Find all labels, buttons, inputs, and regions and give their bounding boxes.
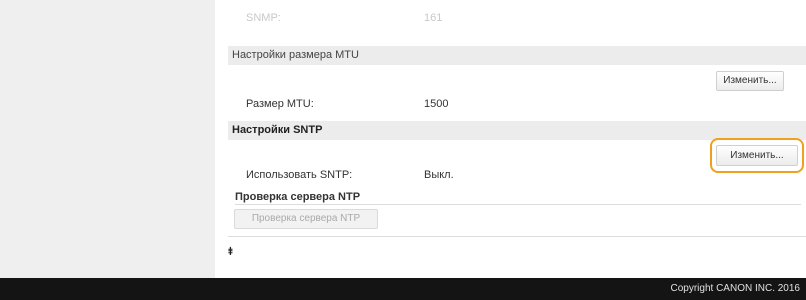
mtu-size-label: Размер MTU: — [246, 98, 314, 110]
snmp-label: SNMP: — [246, 12, 281, 24]
footer-bar: Copyright CANON INC. 2016 — [0, 278, 806, 300]
arrow-to-top-icon[interactable]: ⯒ — [228, 243, 233, 262]
use-sntp-value: Выкл. — [424, 169, 454, 181]
mtu-edit-button[interactable]: Изменить... — [716, 71, 784, 91]
copyright-text: Copyright CANON INC. 2016 — [670, 283, 801, 294]
main-content: SNMP: 161 Настройки размера MTU Изменить… — [228, 0, 806, 278]
use-sntp-label: Использовать SNTP: — [246, 169, 353, 181]
mtu-section-header: Настройки размера MTU — [228, 46, 806, 65]
sntp-edit-button[interactable]: Изменить... — [716, 145, 798, 166]
ntp-check-button[interactable]: Проверка сервера NTP — [234, 209, 378, 229]
ntp-check-heading: Проверка сервера NTP — [235, 191, 361, 203]
left-sidebar — [0, 0, 215, 278]
snmp-value: 161 — [424, 12, 443, 24]
mtu-size-value: 1500 — [424, 98, 449, 110]
ntp-check-divider — [235, 204, 801, 205]
section-divider — [228, 236, 806, 237]
